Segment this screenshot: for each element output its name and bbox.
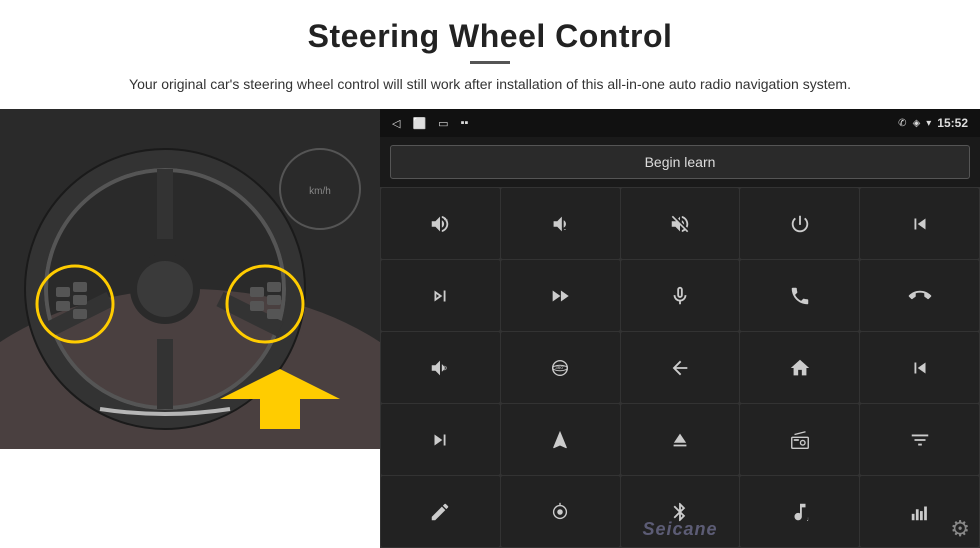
radio-button[interactable]	[740, 404, 859, 475]
begin-learn-row: Begin learn	[380, 137, 980, 187]
next-button[interactable]	[381, 260, 500, 331]
back-nav-icon[interactable]: ◁	[392, 117, 400, 130]
page-container: Steering Wheel Control Your original car…	[0, 0, 980, 548]
vol-down-button[interactable]: -	[501, 188, 620, 259]
back-button[interactable]	[621, 332, 740, 403]
page-subtitle: Your original car's steering wheel contr…	[80, 74, 900, 95]
power-button[interactable]	[740, 188, 859, 259]
notification-icon: ▪▪	[461, 117, 469, 129]
title-divider	[470, 61, 510, 64]
nav-button[interactable]	[501, 404, 620, 475]
wifi-status-icon: ▾	[926, 118, 931, 129]
gear-icon[interactable]: ⚙	[950, 516, 970, 542]
horn-button[interactable]: ⊕	[381, 332, 500, 403]
mute-button[interactable]	[621, 188, 740, 259]
android-panel: ◁ ⬜ ▭ ▪▪ ✆ ◈ ▾ 15:52 Begin learn	[380, 109, 980, 548]
steering-wheel-image: km/h	[0, 109, 380, 449]
eject-button[interactable]	[621, 404, 740, 475]
mic-button[interactable]	[621, 260, 740, 331]
location-status-icon: ◈	[913, 118, 921, 129]
skip-prev-button[interactable]	[860, 332, 979, 403]
status-left: ◁ ⬜ ▭ ▪▪	[392, 117, 468, 130]
svg-text:-: -	[564, 224, 567, 233]
status-right: ✆ ◈ ▾ 15:52	[898, 116, 968, 130]
phone-status-icon: ✆	[898, 118, 906, 129]
recents-nav-icon[interactable]: ▭	[438, 117, 448, 130]
vol-up-button[interactable]: +	[381, 188, 500, 259]
fastforward-button[interactable]	[501, 260, 620, 331]
page-title: Steering Wheel Control	[60, 18, 920, 55]
prev-track-button[interactable]	[860, 188, 979, 259]
home-nav-icon[interactable]: ⬜	[412, 117, 426, 130]
music-button[interactable]: ♩	[740, 476, 859, 547]
svg-text:+: +	[444, 215, 448, 224]
home-button[interactable]	[740, 332, 859, 403]
svg-text:♩: ♩	[806, 516, 811, 523]
camera-360-button[interactable]: 360°	[501, 332, 620, 403]
pen-button[interactable]	[381, 476, 500, 547]
begin-learn-button[interactable]: Begin learn	[390, 145, 970, 179]
svg-text:⊕: ⊕	[442, 364, 447, 371]
svg-text:km/h: km/h	[309, 186, 331, 197]
time-display: 15:52	[937, 116, 968, 130]
bluetooth-button[interactable]	[621, 476, 740, 547]
skip-fwd-button[interactable]	[381, 404, 500, 475]
controls-grid: + -	[380, 187, 980, 548]
settings-knob-button[interactable]	[501, 476, 620, 547]
android-statusbar: ◁ ⬜ ▭ ▪▪ ✆ ◈ ▾ 15:52	[380, 109, 980, 137]
eq-button[interactable]	[860, 404, 979, 475]
header-section: Steering Wheel Control Your original car…	[0, 0, 980, 103]
content-row: km/h ◁ ⬜ ▭ ▪▪ ✆ ◈ ▾ 15:52	[0, 109, 980, 548]
phone-button[interactable]	[740, 260, 859, 331]
hangup-button[interactable]	[860, 260, 979, 331]
